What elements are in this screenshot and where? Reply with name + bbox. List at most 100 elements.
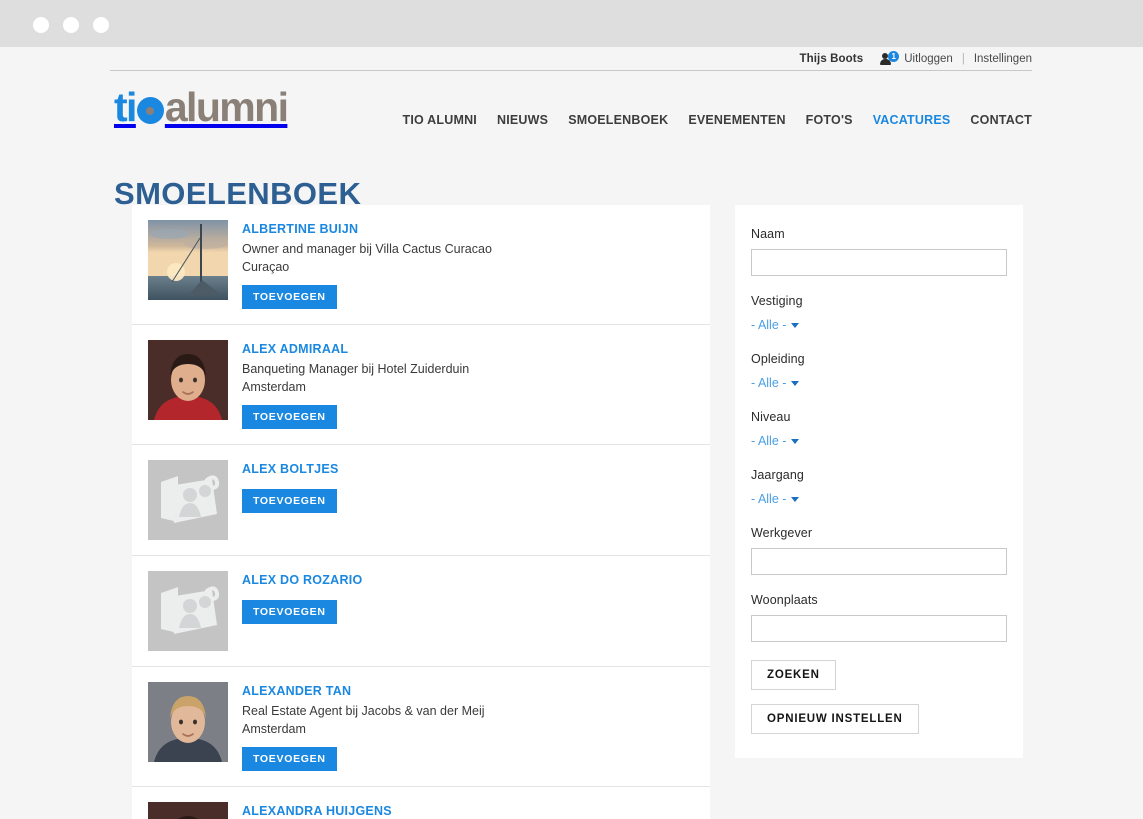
member-info: ALEX BOLTJES TOEVOEGEN: [228, 460, 339, 540]
reset-button[interactable]: OPNIEUW INSTELLEN: [751, 704, 919, 734]
filter-group-woonplaats: Woonplaats: [751, 593, 1007, 642]
filter-label-jaargang: Jaargang: [751, 468, 804, 482]
nav-item-nieuws[interactable]: NIEUWS: [497, 113, 548, 127]
member-name-link[interactable]: ALBERTINE BUIJN: [242, 222, 358, 236]
member-info: ALEX ADMIRAAL Banqueting Manager bij Hote…: [228, 340, 469, 429]
logo-tio: ti: [114, 84, 165, 130]
member-name-link[interactable]: ALEX ADMIRAAL: [242, 342, 348, 356]
chevron-down-icon: [791, 323, 800, 328]
vestiging-select[interactable]: - Alle -: [751, 318, 800, 332]
logo-alumni-text: alumni: [164, 84, 289, 130]
member-row: ALEXANDRA HUIJGENSMarketing Assistent bi…: [132, 787, 710, 819]
window-dot-close[interactable]: [33, 17, 49, 33]
chevron-down-icon: [791, 439, 800, 444]
add-member-button[interactable]: TOEVOEGEN: [242, 405, 337, 429]
member-thumbnail[interactable]: [148, 802, 228, 819]
member-name-link[interactable]: ALEX DO ROZARIO: [242, 573, 362, 587]
member-location: Amsterdam: [242, 722, 306, 736]
site-logo[interactable]: ti alumni: [114, 84, 289, 130]
filter-group-naam: Naam: [751, 227, 1007, 276]
member-info: ALEX DO ROZARIO TOEVOEGEN: [228, 571, 362, 651]
member-job-title: Real Estate Agent bij Jacobs & van der M…: [242, 704, 485, 718]
filter-group-vestiging: Vestiging - Alle -: [751, 294, 1003, 334]
member-thumbnail[interactable]: [148, 571, 228, 651]
page-viewport: Thijs Boots 1 Uitloggen | Instellingen t…: [0, 47, 1143, 819]
nav-item-tio-alumni[interactable]: TIO ALUMNI: [403, 113, 477, 127]
portrait-photo: [148, 682, 228, 762]
add-member-button[interactable]: TOEVOEGEN: [242, 489, 337, 513]
member-row: ALEX BOLTJES TOEVOEGEN: [132, 445, 710, 556]
add-member-button[interactable]: TOEVOEGEN: [242, 285, 337, 309]
chevron-down-icon: [791, 497, 800, 502]
window-controls: [33, 17, 109, 33]
logo-o-icon: [136, 97, 164, 124]
person-icon: 1: [880, 50, 900, 66]
filter-group-werkgever: Werkgever: [751, 526, 1007, 575]
member-name-link[interactable]: ALEXANDRA HUIJGENS: [242, 804, 392, 818]
opleiding-select[interactable]: - Alle -: [751, 376, 800, 390]
add-member-button[interactable]: TOEVOEGEN: [242, 600, 337, 624]
member-job-title: Owner and manager bij Villa Cactus Curac…: [242, 242, 492, 256]
member-list-card: ALBERTINE BUIJN Owner and manager bij Vil…: [132, 205, 710, 819]
nav-item-fotos[interactable]: FOTO'S: [806, 113, 853, 127]
filter-label-woonplaats: Woonplaats: [751, 593, 818, 607]
member-info: ALEXANDER TAN Real Estate Agent bij Jacob…: [228, 682, 485, 771]
filter-label-vestiging: Vestiging: [751, 294, 803, 308]
filter-group-opleiding: Opleiding - Alle -: [751, 352, 1003, 392]
vestiging-select-value: - Alle -: [751, 318, 787, 332]
member-row: ALEX ADMIRAAL Banqueting Manager bij Hote…: [132, 325, 710, 445]
add-member-button[interactable]: TOEVOEGEN: [242, 747, 337, 771]
notification-badge: 1: [888, 50, 900, 62]
member-row: ALBERTINE BUIJN Owner and manager bij Vil…: [132, 205, 710, 325]
filter-sidebar: Naam Vestiging - Alle - Opleiding - Alle…: [735, 205, 1023, 758]
site-header: ti alumni TIO ALUMNI NIEUWS SMOELENBOEK E…: [110, 71, 1032, 143]
window-dot-maximize[interactable]: [93, 17, 109, 33]
browser-chrome: [0, 0, 1143, 47]
nav-item-vacatures[interactable]: VACATURES: [873, 113, 951, 127]
member-info: ALBERTINE BUIJN Owner and manager bij Vil…: [228, 220, 492, 309]
filter-label-niveau: Niveau: [751, 410, 791, 424]
settings-link[interactable]: Instellingen: [974, 53, 1032, 65]
member-name-link[interactable]: ALEX BOLTJES: [242, 462, 339, 476]
placeholder-photo-icon: [148, 571, 228, 651]
nav-item-smoelenboek[interactable]: SMOELENBOEK: [568, 113, 668, 127]
utility-separator: |: [961, 52, 965, 65]
member-row: ALEXANDER TAN Real Estate Agent bij Jacob…: [132, 667, 710, 787]
content-row: ALBERTINE BUIJN Owner and manager bij Vil…: [132, 205, 1032, 819]
portrait-photo: [148, 340, 228, 420]
nav-item-contact[interactable]: CONTACT: [970, 113, 1032, 127]
naam-input[interactable]: [751, 249, 1007, 276]
member-list: ALBERTINE BUIJN Owner and manager bij Vil…: [132, 205, 710, 819]
logo-tio-text: ti: [114, 84, 137, 130]
window-dot-minimize[interactable]: [63, 17, 79, 33]
woonplaats-input[interactable]: [751, 615, 1007, 642]
werkgever-input[interactable]: [751, 548, 1007, 575]
filter-label-opleiding: Opleiding: [751, 352, 805, 366]
member-info: ALEXANDRA HUIJGENSMarketing Assistent bi…: [228, 802, 476, 819]
main-navigation: TIO ALUMNI NIEUWS SMOELENBOEK EVENEMENTE…: [403, 113, 1032, 127]
filter-label-naam: Naam: [751, 227, 785, 241]
niveau-select[interactable]: - Alle -: [751, 434, 800, 448]
filter-group-jaargang: Jaargang - Alle -: [751, 468, 1003, 508]
jaargang-select[interactable]: - Alle -: [751, 492, 800, 506]
member-location: Amsterdam: [242, 380, 306, 394]
filter-group-niveau: Niveau - Alle -: [751, 410, 1003, 450]
niveau-select-value: - Alle -: [751, 434, 787, 448]
member-thumbnail[interactable]: [148, 340, 228, 420]
utility-bar: Thijs Boots 1 Uitloggen | Instellingen: [110, 47, 1032, 71]
member-name-link[interactable]: ALEXANDER TAN: [242, 684, 351, 698]
member-job-title: Banqueting Manager bij Hotel Zuiderduin: [242, 362, 470, 376]
search-button[interactable]: ZOEKEN: [751, 660, 836, 690]
sunset-sailboat-photo: [148, 220, 228, 300]
logout-link[interactable]: Uitloggen: [904, 53, 953, 65]
portrait-photo: [148, 802, 228, 819]
member-thumbnail[interactable]: [148, 220, 228, 300]
placeholder-photo-icon: [148, 460, 228, 540]
member-row: ALEX DO ROZARIO TOEVOEGEN: [132, 556, 710, 667]
filter-label-werkgever: Werkgever: [751, 526, 813, 540]
opleiding-select-value: - Alle -: [751, 376, 787, 390]
member-thumbnail[interactable]: [148, 460, 228, 540]
member-thumbnail[interactable]: [148, 682, 228, 762]
nav-item-evenementen[interactable]: EVENEMENTEN: [688, 113, 785, 127]
chevron-down-icon: [791, 381, 800, 386]
